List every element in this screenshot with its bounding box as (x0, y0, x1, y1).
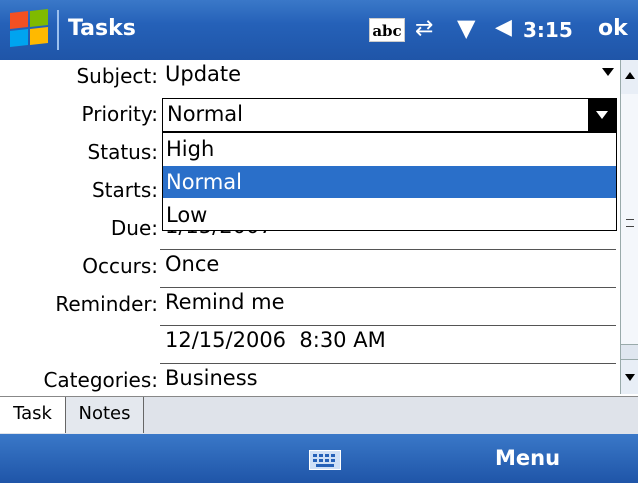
scroll-thumb[interactable] (621, 94, 638, 345)
windows-start-icon[interactable] (8, 9, 52, 50)
scroll-down-button[interactable] (621, 359, 638, 394)
priority-dropdown-list: High Normal Low (162, 132, 617, 231)
subject-dropdown-arrow-icon[interactable] (602, 68, 614, 76)
priority-dropdown-button[interactable] (588, 99, 616, 131)
keyboard-icon[interactable] (309, 450, 341, 470)
title-separator (57, 10, 59, 50)
signal-icon[interactable]: ▼ (457, 14, 475, 42)
menu-bar: Menu (0, 434, 638, 483)
priority-option-high[interactable]: High (163, 133, 616, 165)
ok-button[interactable]: ok (598, 16, 628, 41)
priority-combobox[interactable]: Normal (162, 98, 617, 132)
status-label: Status: (87, 140, 158, 164)
reminder-value[interactable]: Remind me (165, 290, 285, 314)
subject-value[interactable]: Update (165, 62, 241, 86)
reminder-label: Reminder: (55, 292, 158, 316)
subject-row[interactable]: Subject: Update (0, 60, 620, 98)
menu-button[interactable]: Menu (495, 446, 560, 470)
tab-task[interactable]: Task (0, 397, 66, 433)
subject-label: Subject: (76, 64, 158, 88)
volume-icon[interactable]: ◀ (495, 15, 512, 40)
input-method-indicator[interactable]: abc (369, 18, 405, 42)
categories-label: Categories: (43, 368, 158, 392)
due-label: Due: (110, 216, 158, 240)
starts-label: Starts: (91, 178, 158, 202)
tab-bar: Task Notes (0, 396, 638, 434)
reminder-time-row[interactable]: 12/15/2006 8:30 AM (0, 326, 620, 364)
occurs-label: Occurs: (82, 254, 158, 278)
priority-label: Priority: (81, 102, 158, 126)
priority-option-normal[interactable]: Normal (163, 166, 616, 198)
scroll-grip-icon (626, 219, 634, 227)
tab-notes[interactable]: Notes (66, 397, 144, 433)
app-title: Tasks (68, 16, 136, 41)
priority-value[interactable]: Normal (167, 102, 243, 126)
title-bar: Tasks abc ⇄ ▼ ◀ 3:15 ok (0, 0, 638, 60)
vertical-scrollbar[interactable] (620, 60, 638, 394)
clock[interactable]: 3:15 (523, 18, 573, 42)
categories-value[interactable]: Business (165, 366, 258, 390)
priority-option-low[interactable]: Low (163, 199, 616, 231)
scroll-up-button[interactable] (621, 60, 638, 95)
occurs-value[interactable]: Once (165, 252, 219, 276)
reminder-row[interactable]: Reminder: Remind me (0, 288, 620, 326)
reminder-time-value[interactable]: 12/15/2006 8:30 AM (165, 328, 386, 352)
connectivity-icon[interactable]: ⇄ (415, 16, 433, 41)
occurs-row[interactable]: Occurs: Once (0, 250, 620, 288)
